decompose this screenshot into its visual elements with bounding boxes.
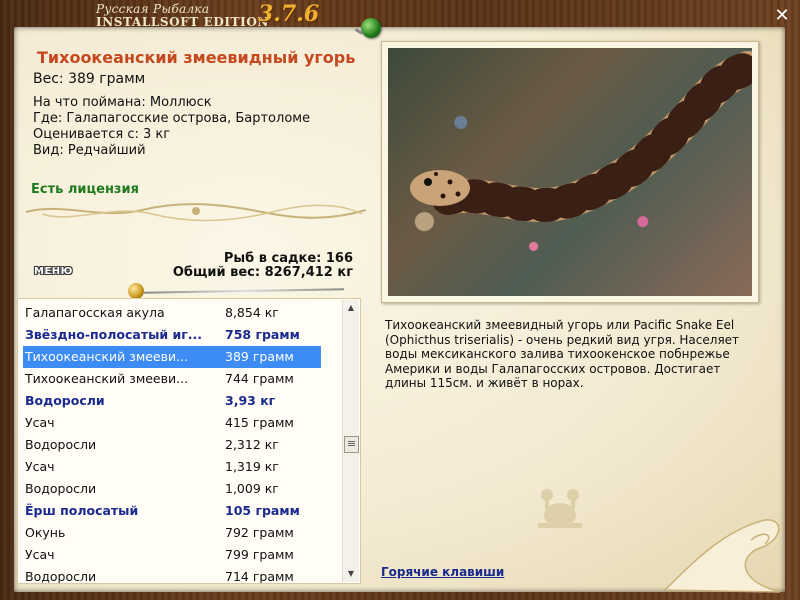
info-value: Оценивается с: 3 кг xyxy=(33,127,171,142)
gold-pin-icon xyxy=(128,283,144,299)
green-pin-icon xyxy=(361,18,381,38)
list-item[interactable]: Водоросли 3,93 кг xyxy=(23,390,321,412)
fish-info: На что поймана: Моллюск Где: Галапагосск… xyxy=(33,95,310,159)
list-item-name: Окунь xyxy=(25,525,66,540)
hotkeys-link[interactable]: Горячие клавиши xyxy=(381,565,504,579)
list-item[interactable]: Водоросли 1,009 кг xyxy=(23,478,321,500)
fish-count: Рыб в садке: 166 xyxy=(223,251,353,266)
list-item-name: Усач xyxy=(25,547,55,562)
fish-description: Тихоокеанский змеевидный угорь или Pacif… xyxy=(385,318,740,390)
list-item[interactable]: Галапагосская акула 8,854 кг xyxy=(23,302,321,324)
list-item-name: Ёрш полосатый xyxy=(25,503,139,518)
list-item[interactable]: Ёрш полосатый 105 грамм xyxy=(23,500,321,522)
menu-button[interactable]: МЕНЮ xyxy=(34,266,73,277)
list-item-weight: 792 грамм xyxy=(225,525,294,540)
list-item[interactable]: Усач 799 грамм xyxy=(23,544,321,566)
list-item-weight: 389 грамм xyxy=(225,349,294,364)
catch-list[interactable]: Галапагосская акула 8,854 кг Звёздно-полос… xyxy=(17,298,361,584)
list-item-name: Водоросли xyxy=(25,569,97,584)
list-item-weight: 1,009 кг xyxy=(225,481,279,496)
list-item-name: Тихоокеанский змееви... xyxy=(25,371,189,386)
app-brand: Русская Рыбалка INSTALLSOFT EDITION 3.7.… xyxy=(96,2,319,28)
list-item[interactable]: Окунь 792 грамм xyxy=(23,522,321,544)
total-weight: Общий вес: 8267,412 кг xyxy=(172,265,353,280)
list-item[interactable]: Тихоокеанский змееви... 744 грамм xyxy=(23,368,321,390)
list-item[interactable]: Водоросли 714 грамм xyxy=(23,566,321,584)
list-item[interactable]: Звёздно-полосатый иг... 758 грамм xyxy=(23,324,321,346)
crab-icon xyxy=(538,489,582,528)
scroll-thumb[interactable] xyxy=(344,436,359,453)
fish-name: Тихоокеанский змеевидный угорь xyxy=(37,48,356,67)
list-item-weight: 714 грамм xyxy=(225,569,294,584)
scroll-down-icon[interactable]: ▼ xyxy=(343,566,359,582)
eel-illustration xyxy=(410,51,752,222)
list-item-weight: 758 грамм xyxy=(225,327,300,342)
list-item-name: Тихоокеанский змееви... xyxy=(25,349,189,364)
scroll-up-icon[interactable]: ▲ xyxy=(343,300,359,316)
info-location: Где: Галапагосские острова, Бартоломе xyxy=(33,111,311,126)
list-item-name: Водоросли xyxy=(25,481,97,496)
license-status: Есть лицензия xyxy=(31,182,139,197)
app-version: 3.7.6 xyxy=(258,1,320,27)
list-item-name: Галапагосская акула xyxy=(25,305,165,320)
list-item-selected[interactable]: Тихоокеанский змееви... 389 грамм xyxy=(23,346,321,368)
list-item[interactable]: Усач 415 грамм xyxy=(23,412,321,434)
info-rarity: Вид: Редчайший xyxy=(33,143,146,158)
list-item-weight: 1,319 кг xyxy=(225,459,279,474)
list-item[interactable]: Усач 1,319 кг xyxy=(23,456,321,478)
close-icon[interactable]: ✕ xyxy=(772,6,792,26)
fish-photo-frame xyxy=(381,41,759,303)
fish-weight: Вес: 389 грамм xyxy=(33,71,146,87)
paper-curl-decoration xyxy=(663,519,781,593)
list-item[interactable]: Водоросли 2,312 кг xyxy=(23,434,321,456)
list-item-weight: 799 грамм xyxy=(225,547,294,562)
list-item-name: Усач xyxy=(25,459,55,474)
list-item-weight: 105 грамм xyxy=(225,503,300,518)
list-item-name: Водоросли xyxy=(25,437,97,452)
ornament-divider xyxy=(25,203,367,222)
list-item-weight: 8,854 кг xyxy=(225,305,279,320)
list-item-weight: 2,312 кг xyxy=(225,437,279,452)
cage-stats: Рыб в садке: 166 Общий вес: 8267,412 кг xyxy=(173,252,353,280)
list-item-name: Водоросли xyxy=(25,393,105,408)
list-item-name: Звёздно-полосатый иг... xyxy=(25,327,203,342)
list-scrollbar[interactable]: ▲ ▼ xyxy=(342,300,359,582)
info-bait: На что поймана: Моллюск xyxy=(33,95,212,110)
list-item-weight: 744 грамм xyxy=(225,371,294,386)
list-item-name: Усач xyxy=(25,415,55,430)
fish-photo xyxy=(388,48,752,296)
list-item-weight: 3,93 кг xyxy=(225,393,276,408)
list-item-weight: 415 грамм xyxy=(225,415,294,430)
app-title-line1: Русская Рыбалка xyxy=(96,2,210,16)
